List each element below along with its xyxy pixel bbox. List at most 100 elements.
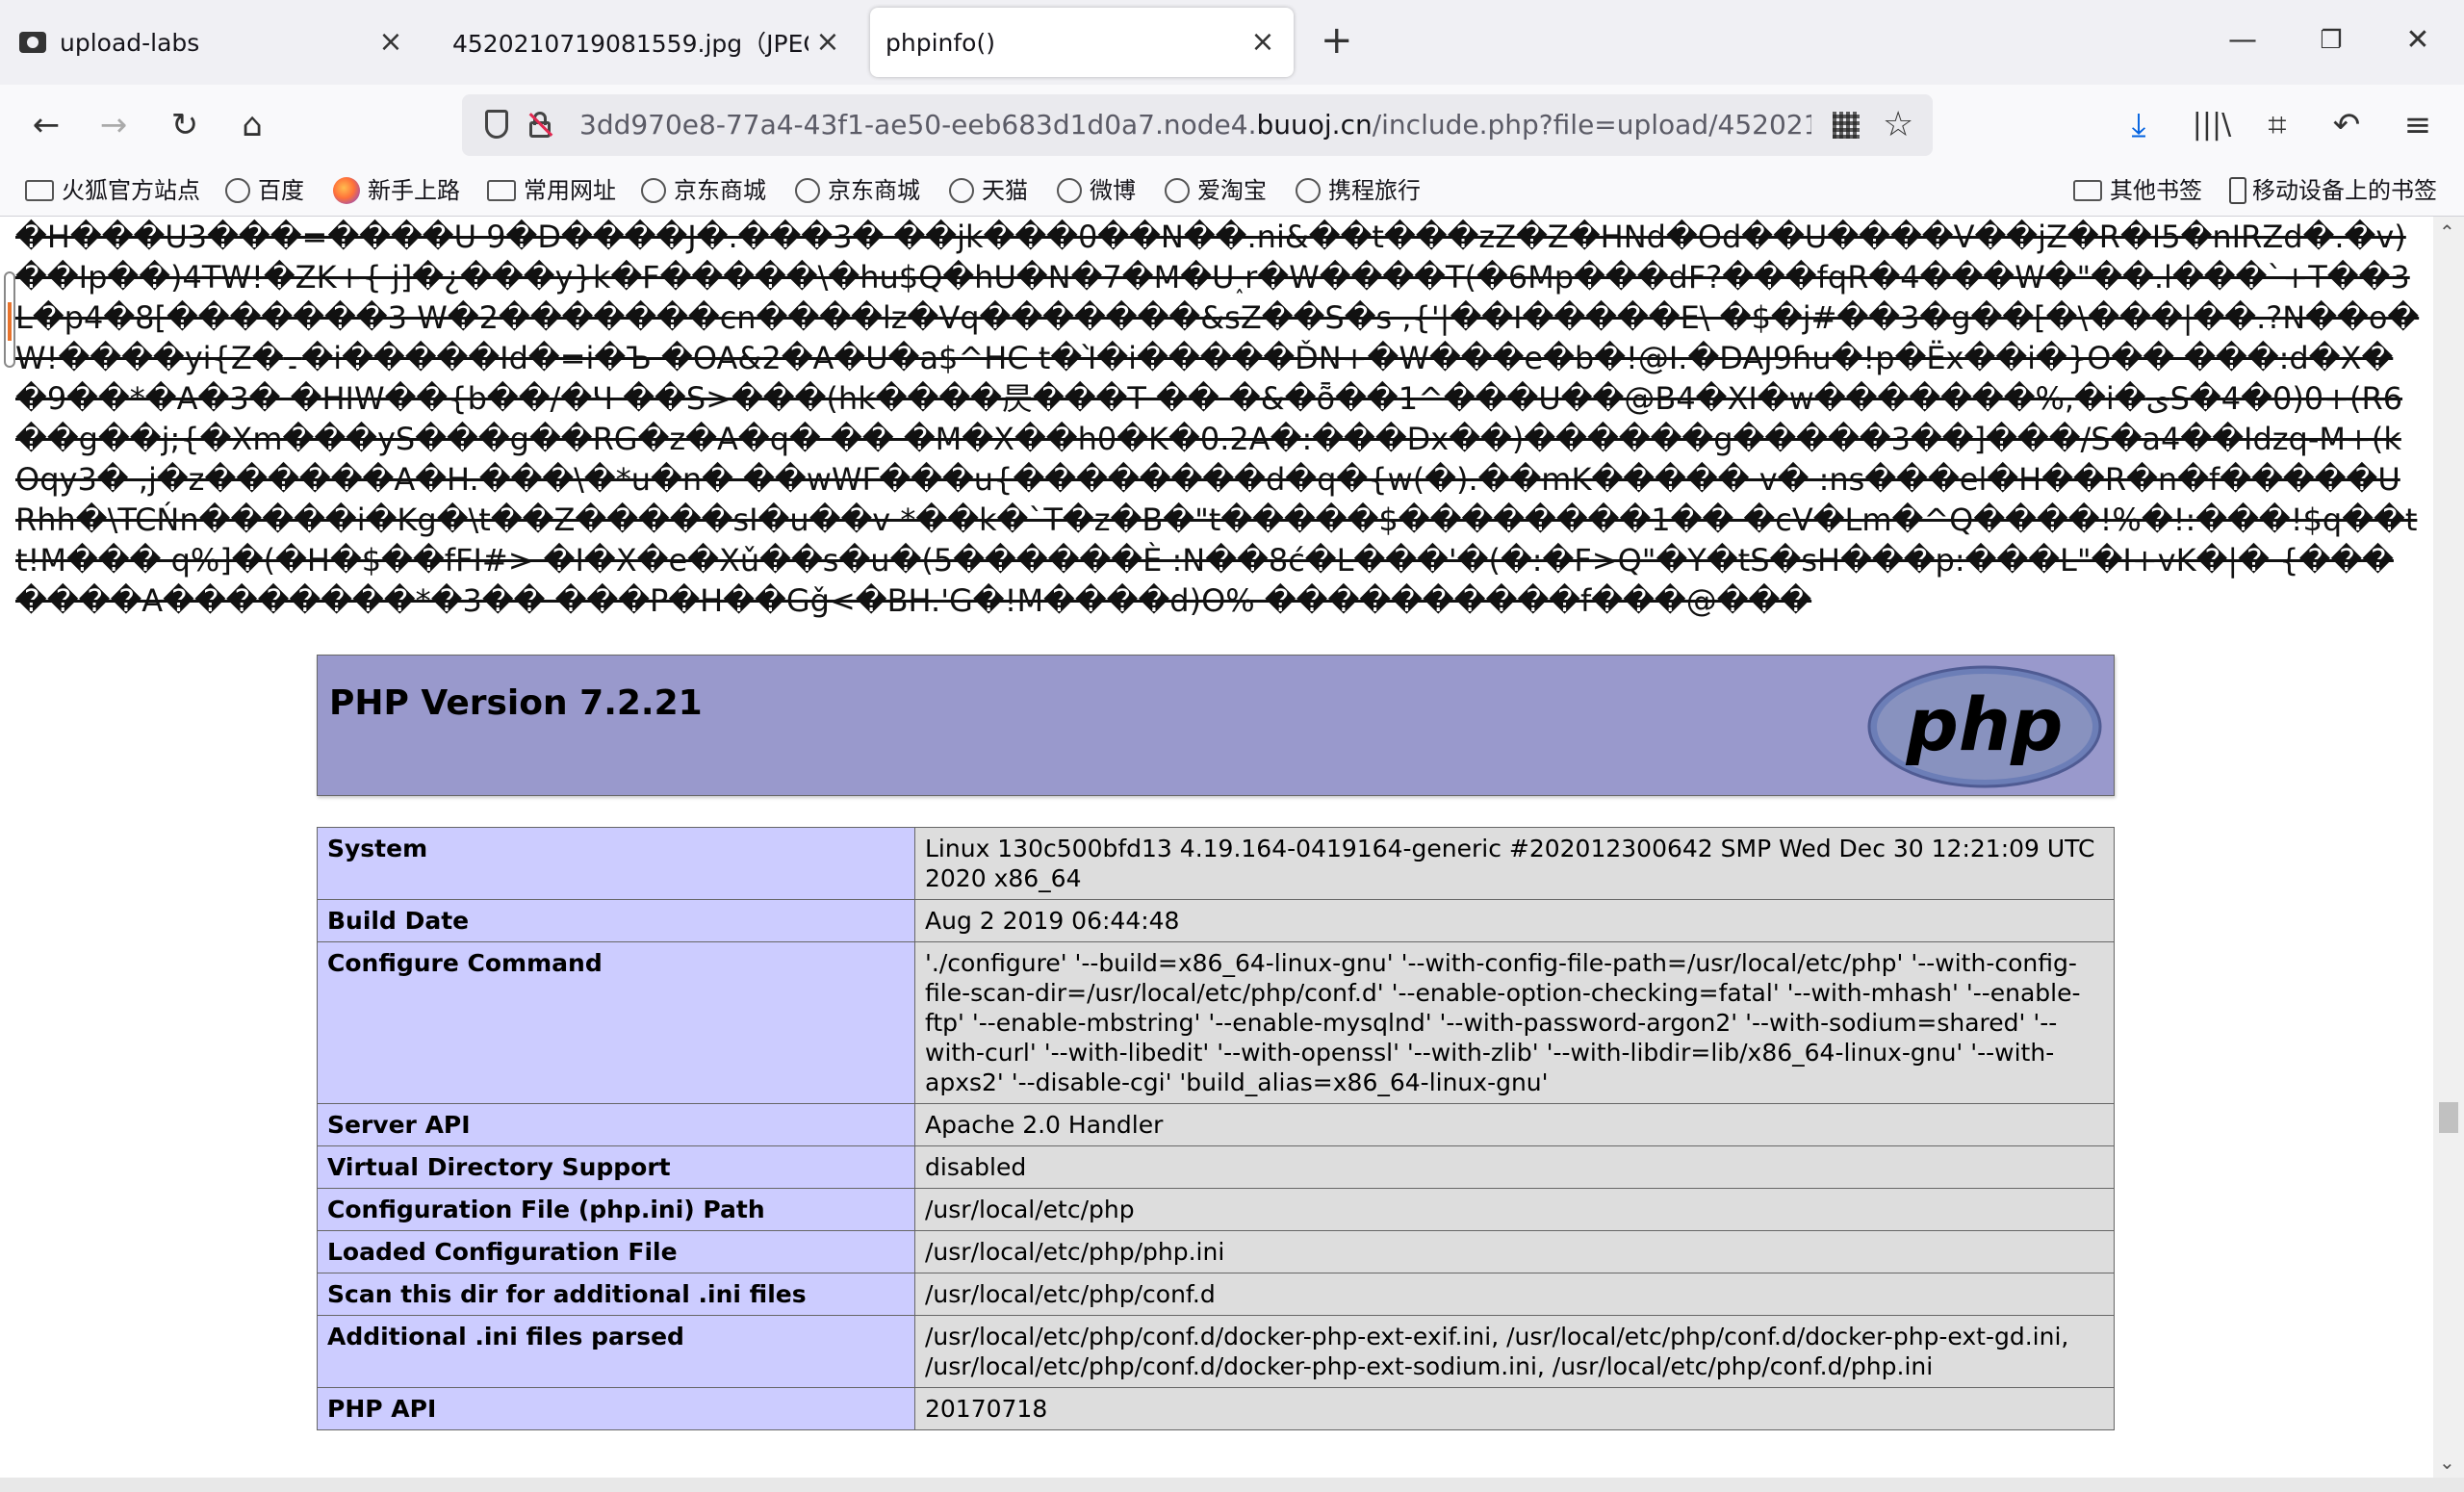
- info-key: Scan this dir for additional .ini files: [317, 1273, 915, 1316]
- bookmark-item[interactable]: 百度: [225, 166, 304, 216]
- table-row: System Linux 130c500bfd13 4.19.164-041916…: [317, 827, 2115, 900]
- vertical-scrollbar[interactable]: ⌃ ⌄: [2433, 217, 2464, 1478]
- tab-title: 4520210719081559.jpg（JPEG 图: [452, 30, 808, 58]
- bookmark-item[interactable]: 微博: [1057, 166, 1136, 216]
- bookmark-label: 百度: [258, 177, 304, 204]
- info-value: /usr/local/etc/php/php.ini: [914, 1230, 2115, 1273]
- url-domain: buuoj.cn: [1256, 109, 1373, 141]
- bookmark-item[interactable]: 新手上路: [333, 166, 460, 216]
- bookmark-label: 移动设备上的书签: [2252, 177, 2437, 204]
- new-tab-button[interactable]: +: [1321, 21, 1353, 60]
- close-tab-icon[interactable]: ×: [1249, 28, 1276, 57]
- binary-garbage-text: �H���U3���=����U 9�D����J�.���3� ��jk���…: [15, 219, 2420, 619]
- globe-icon: [1165, 178, 1190, 203]
- minimize-icon[interactable]: —: [2221, 19, 2264, 62]
- reload-icon[interactable]: ↻: [162, 102, 208, 148]
- scroll-down-icon[interactable]: ⌄: [2439, 1451, 2455, 1474]
- info-value: Aug 2 2019 06:44:48: [914, 899, 2115, 942]
- info-key: PHP API: [317, 1387, 915, 1430]
- bookmark-item[interactable]: 京东商城: [641, 166, 766, 216]
- table-row: Virtual Directory Support disabled: [317, 1145, 2115, 1189]
- tab-upload-labs[interactable]: upload-labs ×: [8, 8, 422, 77]
- globe-icon: [795, 178, 820, 203]
- bookmarks-toolbar: 火狐官方站点 百度 新手上路 常用网址 京东商城 京东商城 天猫 微博 爱淘宝 …: [0, 166, 2464, 217]
- info-key: Virtual Directory Support: [317, 1145, 915, 1189]
- restore-icon[interactable]: ❐: [2310, 19, 2352, 62]
- table-row: Additional .ini files parsed/usr/local/e…: [317, 1315, 2115, 1388]
- bookmark-label: 新手上路: [368, 177, 460, 204]
- php-logo: php: [1867, 665, 2102, 788]
- url-suffix: /include.php?file=upload/4520210719: [1372, 109, 1811, 141]
- bookmark-star-icon[interactable]: ☆: [1883, 104, 1913, 146]
- folder-icon: [2073, 180, 2102, 201]
- info-value: Linux 130c500bfd13 4.19.164-0419164-gene…: [914, 827, 2115, 900]
- bookmark-label: 天猫: [982, 177, 1028, 204]
- text-cursor-icon: [4, 271, 15, 368]
- table-row: PHP API 20170718: [317, 1387, 2115, 1430]
- bookmark-item[interactable]: 爱淘宝: [1165, 166, 1267, 216]
- home-icon[interactable]: ⌂: [229, 102, 275, 148]
- bookmark-label: 微博: [1090, 177, 1136, 204]
- info-key: Server API: [317, 1103, 915, 1146]
- menu-icon[interactable]: ≡: [2395, 102, 2441, 148]
- info-key: Configuration File (php.ini) Path: [317, 1188, 915, 1231]
- bookmark-item-mobile[interactable]: 移动设备上的书签: [2229, 166, 2437, 216]
- tab-title: phpinfo(): [886, 28, 995, 57]
- bookmark-item[interactable]: 京东商城: [795, 166, 920, 216]
- info-value: 20170718: [914, 1387, 2115, 1430]
- table-row: Configure Command './configure' '--build=…: [317, 941, 2115, 1104]
- tab-jpeg[interactable]: 4520210719081559.jpg（JPEG 图 ×: [435, 8, 859, 77]
- bookmark-label: 爱淘宝: [1197, 177, 1267, 204]
- info-key: Build Date: [317, 899, 915, 942]
- tab-title: upload-labs: [60, 28, 200, 57]
- bookmark-label: 京东商城: [674, 177, 766, 204]
- bookmark-item-other[interactable]: 其他书签: [2073, 166, 2202, 216]
- php-version-header: PHP Version 7.2.21 php: [317, 655, 2115, 796]
- close-tab-icon[interactable]: ×: [814, 28, 841, 57]
- globe-icon: [949, 178, 974, 203]
- bookmark-label: 火狐官方站点: [62, 177, 200, 204]
- bookmark-item[interactable]: 火狐官方站点: [25, 166, 200, 216]
- tab-bar: upload-labs × 4520210719081559.jpg（JPEG …: [0, 0, 2464, 85]
- globe-icon: [1296, 178, 1321, 203]
- close-window-icon[interactable]: ✕: [2397, 19, 2439, 62]
- table-row: Scan this dir for additional .ini files /…: [317, 1273, 2115, 1316]
- screenshot-crop-icon[interactable]: ⌗: [2254, 102, 2300, 148]
- bookmark-item[interactable]: 天猫: [949, 166, 1028, 216]
- firefox-icon: [333, 177, 360, 204]
- bookmark-item[interactable]: 常用网址: [487, 166, 616, 216]
- info-key: Additional .ini files parsed: [317, 1315, 915, 1388]
- table-row: Loaded Configuration File/usr/local/etc/…: [317, 1230, 2115, 1273]
- globe-icon: [1057, 178, 1082, 203]
- back-icon[interactable]: ←: [23, 102, 69, 148]
- info-value: './configure' '--build=x86_64-linux-gnu'…: [914, 941, 2115, 1104]
- globe-icon: [225, 178, 250, 203]
- globe-icon: [641, 178, 666, 203]
- info-key: Configure Command: [317, 941, 915, 1104]
- library-icon[interactable]: |||\: [2189, 102, 2235, 148]
- qr-code-icon[interactable]: [1833, 112, 1860, 139]
- bookmark-label: 其他书签: [2110, 177, 2202, 204]
- url-text[interactable]: 3dd970e8-77a4-43f1-ae50-eeb683d1d0a7.nod…: [579, 94, 1811, 156]
- bookmark-label: 携程旅行: [1328, 177, 1421, 204]
- horizontal-scrollbar[interactable]: [0, 1478, 2464, 1492]
- info-key: Loaded Configuration File: [317, 1230, 915, 1273]
- url-bar[interactable]: 3dd970e8-77a4-43f1-ae50-eeb683d1d0a7.nod…: [462, 94, 1933, 156]
- mobile-icon: [2229, 177, 2246, 204]
- shield-icon[interactable]: [485, 110, 508, 139]
- php-version-title: PHP Version 7.2.21: [329, 683, 703, 723]
- bookmark-item[interactable]: 携程旅行: [1296, 166, 1421, 216]
- undo-icon[interactable]: ↶: [2323, 102, 2370, 148]
- table-row: Build Date Aug 2 2019 06:44:48: [317, 899, 2115, 942]
- folder-icon: [25, 180, 54, 201]
- insecure-lock-icon[interactable]: [527, 110, 553, 139]
- info-value: Apache 2.0 Handler: [914, 1103, 2115, 1146]
- bookmark-label: 常用网址: [524, 177, 616, 204]
- forward-icon[interactable]: →: [90, 102, 137, 148]
- page-content: �H���U3���=����U 9�D����J�.���3� ��jk���…: [0, 217, 2433, 1478]
- downloads-icon[interactable]: ⤓: [2116, 102, 2162, 148]
- scroll-up-icon[interactable]: ⌃: [2439, 220, 2455, 244]
- tab-phpinfo[interactable]: phpinfo() ×: [870, 8, 1294, 77]
- close-tab-icon[interactable]: ×: [377, 28, 404, 57]
- scrollbar-thumb[interactable]: [2439, 1102, 2458, 1133]
